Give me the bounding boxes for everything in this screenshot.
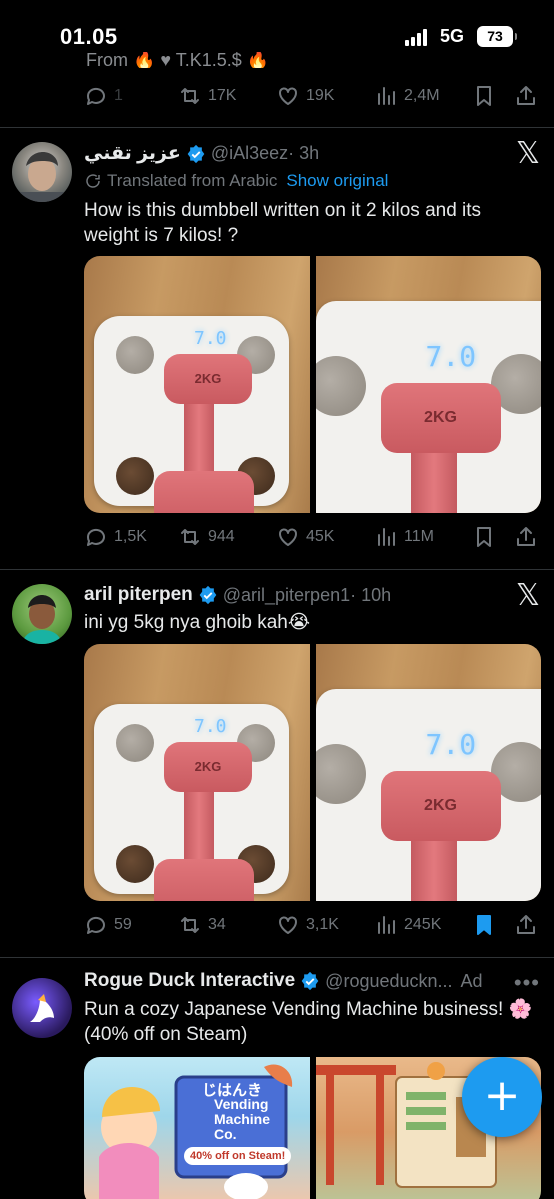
divider bbox=[0, 957, 554, 958]
bookmark-filled-icon bbox=[477, 915, 491, 935]
share-icon bbox=[517, 915, 535, 934]
share-button[interactable] bbox=[514, 84, 538, 108]
divider bbox=[0, 569, 554, 570]
dumbbell-label: 2KG bbox=[380, 771, 501, 841]
reply-button[interactable]: 1 bbox=[84, 84, 123, 108]
game-title: Vending Machine Co. bbox=[214, 1096, 271, 1142]
tweet-header: عزيز تقني @iAl3eez · 3h bbox=[84, 142, 319, 165]
verified-icon bbox=[301, 971, 319, 991]
author-handle[interactable]: @rogueduckn... bbox=[325, 971, 452, 992]
share-icon bbox=[517, 86, 535, 105]
views-icon bbox=[378, 87, 395, 105]
tweet-text: Run a cozy Japanese Vending Machine busi… bbox=[84, 999, 533, 1045]
author-name[interactable]: aril piterpen bbox=[84, 584, 193, 606]
tweet-time: · 3h bbox=[288, 143, 320, 163]
tweet-media[interactable]: 7.0 2KG 7.0 2KG bbox=[84, 256, 541, 513]
retweet-icon bbox=[181, 917, 199, 933]
scale-readout: 7.0 bbox=[425, 728, 477, 761]
avatar[interactable] bbox=[12, 142, 72, 202]
network-type: 5G bbox=[440, 26, 465, 46]
prev-tweet-text: From 🔥 ♥ T.K1.5.$ 🔥 bbox=[86, 52, 270, 68]
divider bbox=[0, 127, 554, 128]
avatar[interactable] bbox=[12, 978, 72, 1038]
reply-icon bbox=[86, 87, 105, 105]
retweet-button[interactable]: 34 bbox=[178, 913, 226, 937]
x-logo-icon: 𝕏 bbox=[515, 578, 540, 613]
dumbbell-label: 2KG bbox=[380, 383, 501, 453]
bookmark-icon bbox=[477, 86, 491, 106]
media-image[interactable]: 7.0 2KG bbox=[315, 256, 541, 513]
tweet-text: How is this dumbbell written on it 2 kil… bbox=[84, 200, 482, 246]
author-name[interactable]: Rogue Duck Interactive bbox=[84, 970, 295, 992]
reply-icon bbox=[86, 916, 105, 934]
bookmark-button[interactable] bbox=[472, 84, 496, 108]
dumbbell-label: 2KG bbox=[164, 354, 252, 404]
retweet-button[interactable]: 17K bbox=[178, 84, 236, 108]
like-button[interactable]: 19K bbox=[276, 84, 334, 108]
scale-readout: 7.0 bbox=[194, 716, 227, 737]
more-options-button[interactable]: ••• bbox=[514, 970, 540, 996]
verified-icon bbox=[187, 144, 205, 163]
tweet-header: aril piterpen @aril_piterpen1 · 10h bbox=[84, 584, 391, 606]
translation-note: Translated from Arabic Show original bbox=[84, 171, 388, 191]
scale-readout: 7.0 bbox=[425, 340, 477, 373]
avatar[interactable] bbox=[12, 584, 72, 644]
heart-icon bbox=[279, 528, 297, 546]
signal-icon bbox=[405, 28, 431, 46]
reply-icon bbox=[86, 528, 105, 546]
dumbbell-label: 2KG bbox=[164, 742, 252, 792]
retweet-icon bbox=[181, 529, 199, 545]
bookmark-button[interactable] bbox=[472, 525, 496, 549]
game-badge: 40% off on Steam! bbox=[184, 1147, 292, 1165]
status-bar: 01.05 5G 73 bbox=[0, 0, 554, 66]
battery-icon: 73 bbox=[477, 26, 517, 47]
views-button[interactable]: 11M bbox=[374, 525, 434, 549]
scale-readout: 7.0 bbox=[194, 328, 227, 349]
author-name[interactable]: عزيز تقني bbox=[84, 142, 181, 165]
reply-button[interactable]: 1,5K bbox=[84, 525, 147, 549]
compose-button[interactable]: + bbox=[462, 1057, 542, 1137]
prev-tweet-actions: 1 17K 19K 2,4M bbox=[84, 81, 539, 111]
reply-button[interactable]: 59 bbox=[84, 913, 132, 937]
views-icon bbox=[378, 916, 395, 934]
show-original-link[interactable]: Show original bbox=[286, 171, 388, 191]
heart-icon bbox=[279, 916, 297, 934]
ad-label: Ad bbox=[460, 970, 483, 991]
views-button[interactable]: 245K bbox=[374, 913, 441, 937]
bookmark-icon bbox=[477, 527, 491, 547]
tweet-time: · 10h bbox=[350, 584, 392, 605]
share-button[interactable] bbox=[514, 525, 538, 549]
translate-icon bbox=[86, 174, 100, 188]
verified-icon bbox=[199, 585, 217, 605]
status-time: 01.05 bbox=[60, 24, 118, 49]
heart-icon bbox=[279, 87, 297, 105]
author-handle[interactable]: @aril_piterpen1 bbox=[223, 585, 350, 606]
tweet-text: ini yg 5kg nya ghoib kah😭 bbox=[84, 612, 311, 633]
tweet-actions: 1,5K 944 45K 11M bbox=[84, 522, 539, 552]
tweet-header: Rogue Duck Interactive @rogueduckn... Ad bbox=[84, 970, 483, 992]
share-button[interactable] bbox=[514, 913, 538, 937]
author-handle[interactable]: @iAl3eez bbox=[211, 143, 288, 164]
retweet-button[interactable]: 944 bbox=[178, 525, 235, 549]
views-icon bbox=[378, 528, 395, 546]
like-button[interactable]: 3,1K bbox=[276, 913, 339, 937]
media-image[interactable]: 7.0 2KG bbox=[84, 644, 310, 901]
share-icon bbox=[517, 527, 535, 546]
bookmark-button[interactable] bbox=[472, 913, 496, 937]
media-image[interactable]: 7.0 2KG bbox=[84, 256, 310, 513]
tweet-actions: 59 34 3,1K 245K bbox=[84, 910, 539, 940]
like-button[interactable]: 45K bbox=[276, 525, 334, 549]
media-image[interactable]: じはんき Vending Machine Co. 40% off on Stea… bbox=[84, 1057, 310, 1199]
views-button[interactable]: 2,4M bbox=[374, 84, 440, 108]
media-image[interactable]: 7.0 2KG bbox=[315, 644, 541, 901]
retweet-icon bbox=[181, 88, 199, 104]
x-logo-icon: 𝕏 bbox=[515, 136, 540, 171]
tweet-media[interactable]: 7.0 2KG 7.0 2KG bbox=[84, 644, 541, 901]
